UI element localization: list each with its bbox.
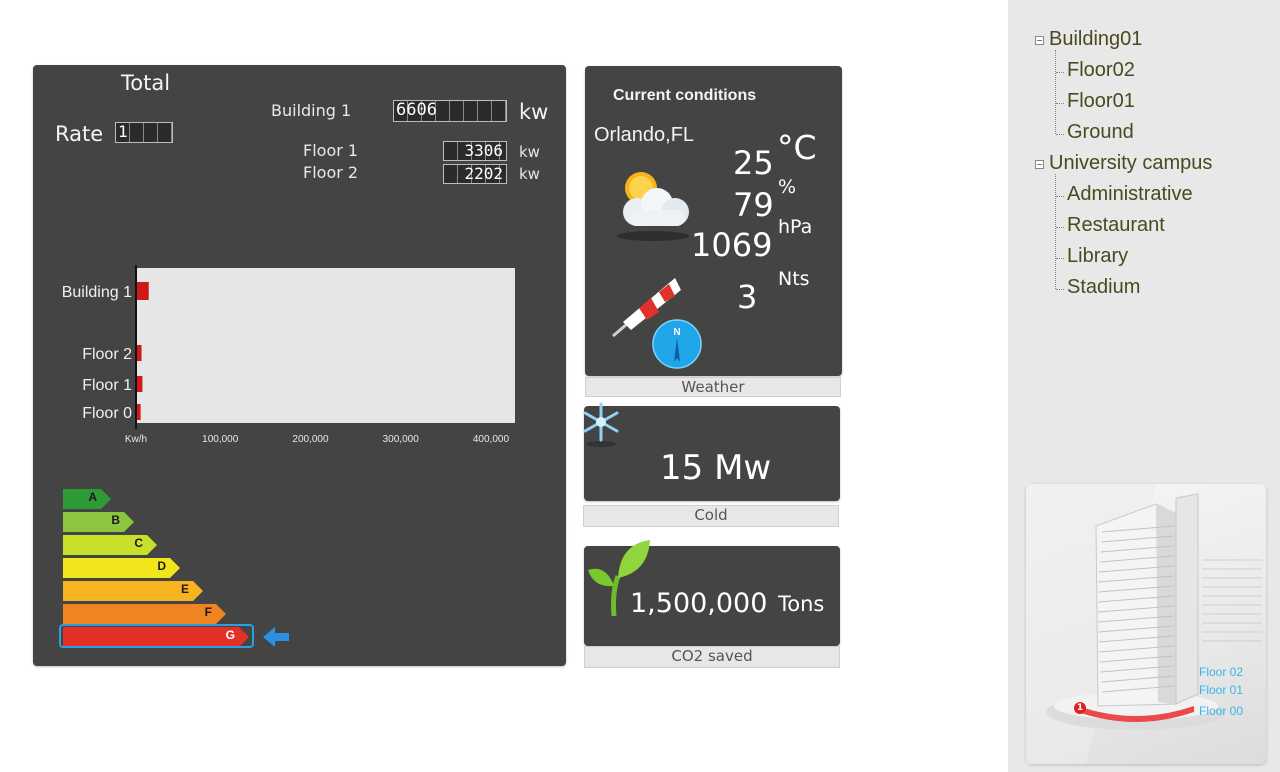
humidity-value: 79 — [733, 186, 774, 224]
tree-node[interactable]: University campus — [1049, 152, 1212, 175]
tree-collapse-toggle-icon[interactable]: − — [1035, 160, 1044, 169]
floor-label-01[interactable]: Floor 01 — [1199, 683, 1243, 697]
chart-category-label: Floor 1 — [82, 377, 132, 394]
tree-connector — [1056, 103, 1064, 104]
co2-value: 1,500,000 — [630, 588, 768, 619]
chart-category-label: Floor 0 — [82, 405, 132, 422]
chart-bar — [137, 404, 141, 420]
floor-marker-badge[interactable]: 1 — [1074, 702, 1086, 714]
chart-bar — [137, 282, 149, 300]
chart-x-tick-label: 100,000 — [202, 434, 239, 445]
tree-leaf[interactable]: Restaurant — [1067, 214, 1165, 237]
energy-grade-e: E — [63, 581, 203, 601]
co2-panel: 1,500,000 Tons — [584, 540, 840, 646]
tree-connector — [1056, 289, 1064, 290]
energy-panel: Total Rate 1 Building 1 6606 kw Floor 1 … — [33, 65, 566, 666]
co2-caption: CO2 saved — [584, 646, 840, 668]
cold-value: 15 Mw — [660, 448, 772, 488]
chart-bar — [137, 345, 142, 361]
tree-collapse-toggle-icon[interactable]: − — [1035, 36, 1044, 45]
energy-grade-letter: F — [204, 605, 212, 619]
tree-leaf[interactable]: Ground — [1067, 121, 1134, 144]
energy-grade-letter: D — [157, 559, 166, 573]
selected-grade-outline — [59, 624, 254, 648]
chart-plot-area — [136, 268, 515, 423]
energy-grade-b: B — [63, 512, 134, 532]
partly-cloudy-icon — [617, 172, 689, 241]
weather-location: Orlando,FL — [594, 124, 695, 146]
energy-grade-letter: C — [134, 536, 143, 550]
wind-unit: Nts — [778, 268, 810, 290]
tree-connector — [1056, 227, 1064, 228]
tree-leaf[interactable]: Library — [1067, 245, 1128, 268]
tree-leaf[interactable]: Administrative — [1067, 183, 1193, 206]
compass-north-label: N — [673, 327, 680, 338]
chart-category-label: Building 1 — [62, 284, 132, 301]
pressure-value: 1069 — [691, 226, 773, 264]
compass-icon: N — [652, 319, 702, 369]
weather-caption: Weather — [585, 377, 841, 397]
floor-label-02[interactable]: Floor 02 — [1199, 665, 1243, 679]
consumption-bar-chart: Building 1 Floor 2 Floor 1 Floor 0 Kw/h 100,0… — [62, 265, 515, 445]
tree-leaf[interactable]: Floor01 — [1067, 90, 1135, 113]
chart-x-axis-label: Kw/h — [125, 434, 147, 445]
weather-panel: Current conditions Orlando,FL 25 °C 79 %… — [585, 66, 842, 376]
selected-grade-arrow-icon — [263, 627, 289, 647]
temperature-value: 25 — [733, 144, 774, 182]
energy-grade-c: C — [63, 535, 157, 555]
energy-grade-letter: B — [111, 513, 120, 527]
tree-connector — [1056, 72, 1064, 73]
energy-grade-letter: E — [180, 582, 189, 596]
energy-grade-a: A — [63, 489, 111, 509]
chart-x-tick-label: 200,000 — [292, 434, 329, 445]
cold-caption: Cold — [583, 505, 839, 527]
weather-title: Current conditions — [613, 87, 757, 104]
chart-x-tick-label: 300,000 — [383, 434, 420, 445]
tree-connector — [1056, 196, 1064, 197]
floor-label-00[interactable]: Floor 00 — [1199, 704, 1243, 718]
snowflake-icon — [583, 402, 619, 447]
chart-bar — [137, 376, 143, 392]
tree-connector — [1056, 258, 1064, 259]
chart-category-label: Floor 2 — [82, 346, 132, 363]
tree-connector — [1055, 174, 1056, 289]
wind-value: 3 — [737, 278, 758, 316]
tree-node[interactable]: Building01 — [1049, 28, 1142, 51]
energy-grade-d: D — [63, 558, 180, 578]
tree-connector — [1055, 50, 1056, 134]
tree-leaf[interactable]: Floor02 — [1067, 59, 1135, 82]
chart-x-tick-label: 400,000 — [473, 434, 510, 445]
pressure-unit: hPa — [778, 216, 813, 238]
building-illustration — [1026, 484, 1262, 764]
tree-connector — [1056, 134, 1064, 135]
humidity-unit: % — [778, 176, 797, 198]
energy-grade-letter: A — [88, 490, 97, 504]
co2-unit: Tons — [778, 592, 825, 616]
temperature-unit: °C — [777, 128, 817, 167]
building-3d-view[interactable]: 1 Floor 02 Floor 01 Floor 00 — [1026, 484, 1266, 764]
energy-grade-f: F — [63, 604, 226, 624]
tree-leaf[interactable]: Stadium — [1067, 276, 1140, 299]
